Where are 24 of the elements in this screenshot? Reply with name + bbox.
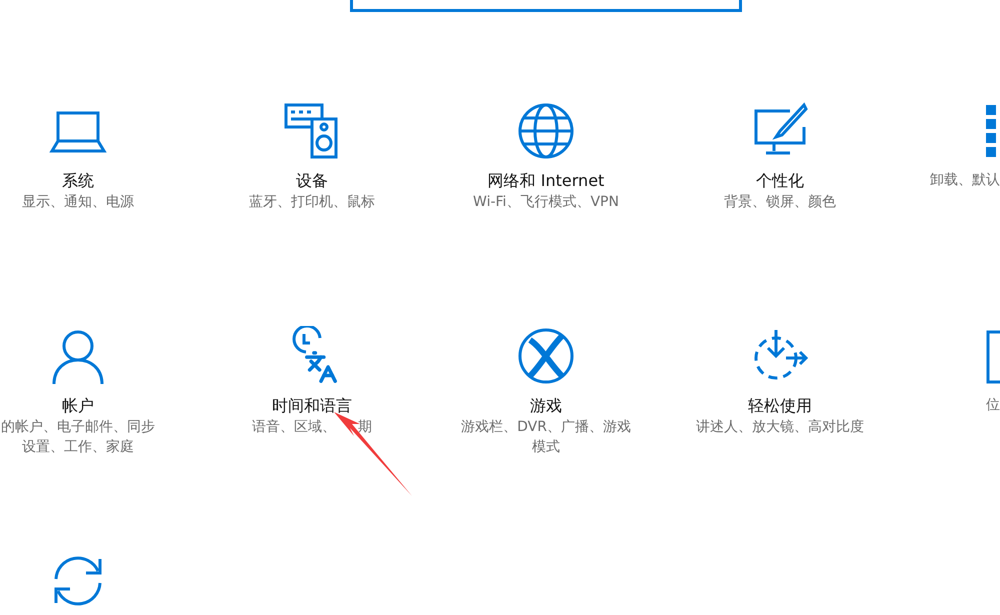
settings-description: 模式: [532, 438, 560, 457]
settings-description: 设置、工作、家庭: [22, 438, 134, 457]
settings-description: 位: [986, 396, 1000, 415]
settings-title[interactable]: 帐户: [62, 395, 94, 417]
settings-title[interactable]: 个性化: [756, 170, 804, 192]
settings-title[interactable]: 轻松使用: [748, 395, 812, 417]
settings-description: 的帐户、电子邮件、同步: [1, 418, 155, 437]
settings-description: 游戏栏、DVR、广播、游戏: [461, 418, 631, 437]
globe-icon: [516, 101, 576, 161]
settings-title[interactable]: 网络和 Internet: [488, 170, 604, 192]
settings-description: Wi-Fi、飞行模式、VPN: [473, 193, 619, 212]
settings-description: 期: [358, 418, 372, 437]
settings-description: 蓝牙、打印机、鼠标: [249, 193, 375, 212]
xbox-icon: [516, 326, 576, 386]
settings-title[interactable]: 游戏: [530, 395, 562, 417]
settings-title[interactable]: 设备: [296, 170, 328, 192]
settings-description: 讲述人、放大镜、高对比度: [696, 418, 864, 437]
settings-title[interactable]: 系统: [62, 170, 94, 192]
search-field[interactable]: [350, 0, 742, 12]
settings-title[interactable]: 时间和语言: [272, 395, 352, 417]
settings-description: 语音、区域、: [252, 418, 336, 437]
settings-description: 卸载、默认: [930, 171, 1000, 190]
settings-description: 显示、通知、电源: [22, 193, 134, 212]
settings-description: 背景、锁屏、颜色: [724, 193, 836, 212]
